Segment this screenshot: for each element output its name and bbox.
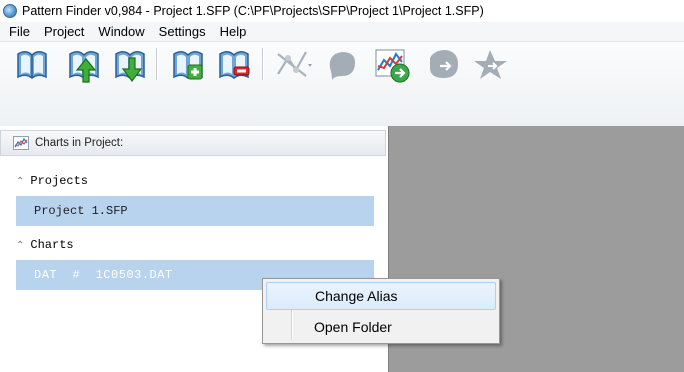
- section-projects-title: Projects: [30, 174, 88, 188]
- menu-help[interactable]: Help: [213, 24, 254, 39]
- chart-item-label: DAT # 1C0503.DAT: [34, 268, 173, 282]
- menu-window[interactable]: Window: [91, 24, 151, 39]
- section-charts-header[interactable]: ⌃ Charts: [16, 236, 74, 254]
- title-bar: Pattern Finder v0,984 - Project 1.SFP (C…: [0, 0, 684, 22]
- book-download-icon[interactable]: [110, 44, 150, 84]
- app-globe-icon: [3, 4, 17, 18]
- open-folder-menu-item[interactable]: Open Folder: [266, 313, 496, 341]
- collapse-chevron-icon[interactable]: ⌃: [16, 176, 24, 187]
- menu-settings[interactable]: Settings: [152, 24, 213, 39]
- book-upload-icon[interactable]: [64, 44, 104, 84]
- charts-in-project-header: Charts in Project:: [0, 130, 386, 156]
- menu-project[interactable]: Project: [37, 24, 91, 39]
- toolbar-separator: [156, 48, 157, 80]
- book-remove-icon[interactable]: [214, 44, 254, 84]
- open-folder-label: Open Folder: [314, 319, 392, 335]
- collapse-chevron-icon[interactable]: ⌃: [16, 240, 24, 251]
- chart-icon: [13, 136, 29, 150]
- chart-export-icon[interactable]: [372, 44, 412, 84]
- section-charts-title: Charts: [30, 238, 74, 252]
- menu-file[interactable]: File: [2, 24, 37, 39]
- blob-icon[interactable]: [322, 44, 362, 84]
- change-alias-label: Change Alias: [315, 288, 398, 304]
- shape-export-icon[interactable]: [424, 44, 464, 84]
- open-book-icon[interactable]: [12, 44, 52, 84]
- context-menu: Change Alias Open Folder: [262, 278, 500, 344]
- toolbar: [0, 42, 684, 127]
- toolbar-separator: [262, 48, 263, 80]
- book-add-icon[interactable]: [168, 44, 208, 84]
- panel-header-label: Charts in Project:: [35, 137, 124, 149]
- menu-bar: File Project Window Settings Help: [0, 22, 684, 42]
- star-export-icon[interactable]: [472, 44, 512, 84]
- pattern-lines-icon[interactable]: [272, 44, 312, 84]
- change-alias-menu-item[interactable]: Change Alias: [266, 282, 496, 310]
- list-item-project[interactable]: Project 1.SFP: [16, 196, 374, 226]
- section-projects-header[interactable]: ⌃ Projects: [16, 172, 88, 190]
- project-item-label: Project 1.SFP: [34, 204, 128, 218]
- window-title: Pattern Finder v0,984 - Project 1.SFP (C…: [22, 4, 484, 18]
